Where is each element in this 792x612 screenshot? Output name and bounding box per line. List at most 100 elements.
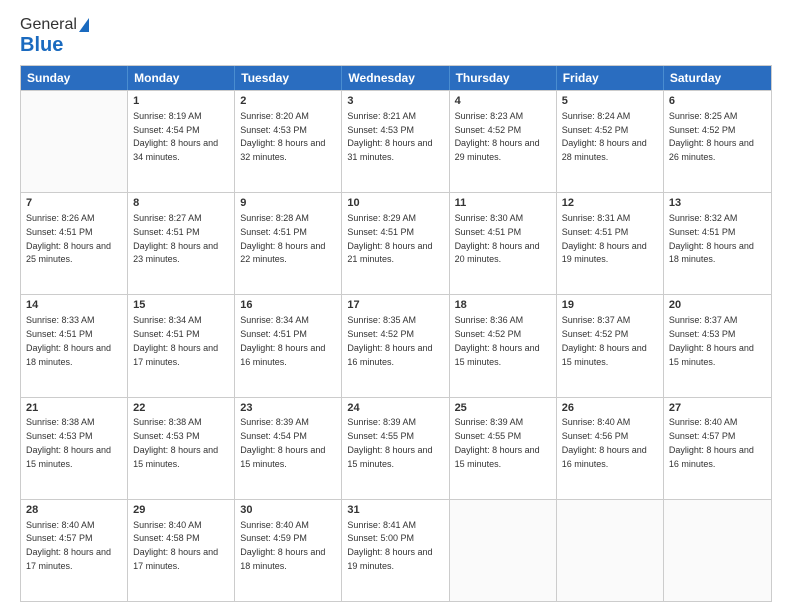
day-number: 13 [669, 196, 766, 211]
day-number: 31 [347, 503, 443, 518]
calendar-cell: 10Sunrise: 8:29 AM Sunset: 4:51 PM Dayli… [342, 193, 449, 294]
day-number: 21 [26, 401, 122, 416]
day-number: 14 [26, 298, 122, 313]
calendar-cell: 16 Sunrise: 8:34 AM Sunset: 4:51 PM Dayli… [235, 295, 342, 396]
day-number: 23 [240, 401, 336, 416]
cell-info: Sunrise: 8:40 AM Sunset: 4:58 PM Dayligh… [133, 520, 218, 571]
calendar-cell: 7Sunrise: 8:26 AM Sunset: 4:51 PM Daylig… [21, 193, 128, 294]
day-number: 28 [26, 503, 122, 518]
cell-info: Sunrise: 8:30 AM Sunset: 4:51 PM Dayligh… [455, 213, 540, 264]
day-number: 19 [562, 298, 658, 313]
day-number: 1 [133, 94, 229, 109]
calendar-cell [21, 91, 128, 192]
calendar-week-4: 21Sunrise: 8:38 AM Sunset: 4:53 PM Dayli… [21, 397, 771, 499]
calendar-cell: 20 Sunrise: 8:37 AM Sunset: 4:53 PM Dayli… [664, 295, 771, 396]
day-number: 30 [240, 503, 336, 518]
calendar-cell: 5 Sunrise: 8:24 AM Sunset: 4:52 PM Daylig… [557, 91, 664, 192]
cell-info: Sunrise: 8:39 AM Sunset: 4:55 PM Dayligh… [455, 417, 540, 468]
calendar-cell: 1 Sunrise: 8:19 AM Sunset: 4:54 PM Daylig… [128, 91, 235, 192]
header: General Blue [20, 16, 772, 57]
cell-info: Sunrise: 8:37 AM Sunset: 4:52 PM Dayligh… [562, 315, 647, 366]
day-number: 8 [133, 196, 229, 211]
day-number: 10 [347, 196, 443, 211]
day-number: 3 [347, 94, 443, 109]
day-number: 20 [669, 298, 766, 313]
calendar-cell: 19 Sunrise: 8:37 AM Sunset: 4:52 PM Dayli… [557, 295, 664, 396]
cell-info: Sunrise: 8:20 AM Sunset: 4:53 PM Dayligh… [240, 111, 325, 162]
day-number: 25 [455, 401, 551, 416]
day-number: 24 [347, 401, 443, 416]
day-number: 29 [133, 503, 229, 518]
logo: General Blue [20, 16, 89, 57]
calendar-cell: 6Sunrise: 8:25 AM Sunset: 4:52 PM Daylig… [664, 91, 771, 192]
cell-info: Sunrise: 8:27 AM Sunset: 4:51 PM Dayligh… [133, 213, 218, 264]
calendar-cell: 29 Sunrise: 8:40 AM Sunset: 4:58 PM Dayli… [128, 500, 235, 601]
logo-triangle-icon [79, 18, 89, 32]
calendar-cell: 2 Sunrise: 8:20 AM Sunset: 4:53 PM Daylig… [235, 91, 342, 192]
cell-info: Sunrise: 8:37 AM Sunset: 4:53 PM Dayligh… [669, 315, 754, 366]
calendar-cell: 13 Sunrise: 8:32 AM Sunset: 4:51 PM Dayli… [664, 193, 771, 294]
calendar-cell: 23Sunrise: 8:39 AM Sunset: 4:54 PM Dayli… [235, 398, 342, 499]
calendar-header-friday: Friday [557, 66, 664, 90]
day-number: 11 [455, 196, 551, 211]
calendar-cell: 15Sunrise: 8:34 AM Sunset: 4:51 PM Dayli… [128, 295, 235, 396]
day-number: 9 [240, 196, 336, 211]
cell-info: Sunrise: 8:38 AM Sunset: 4:53 PM Dayligh… [133, 417, 218, 468]
cell-info: Sunrise: 8:19 AM Sunset: 4:54 PM Dayligh… [133, 111, 218, 162]
cell-info: Sunrise: 8:34 AM Sunset: 4:51 PM Dayligh… [240, 315, 325, 366]
calendar-cell: 17 Sunrise: 8:35 AM Sunset: 4:52 PM Dayli… [342, 295, 449, 396]
calendar-body: 1 Sunrise: 8:19 AM Sunset: 4:54 PM Daylig… [21, 90, 771, 601]
logo-general-text: General [20, 16, 77, 34]
day-number: 16 [240, 298, 336, 313]
cell-info: Sunrise: 8:34 AM Sunset: 4:51 PM Dayligh… [133, 315, 218, 366]
calendar-header-thursday: Thursday [450, 66, 557, 90]
calendar-cell: 18Sunrise: 8:36 AM Sunset: 4:52 PM Dayli… [450, 295, 557, 396]
cell-info: Sunrise: 8:40 AM Sunset: 4:57 PM Dayligh… [669, 417, 754, 468]
cell-info: Sunrise: 8:35 AM Sunset: 4:52 PM Dayligh… [347, 315, 432, 366]
day-number: 5 [562, 94, 658, 109]
calendar-cell: 26Sunrise: 8:40 AM Sunset: 4:56 PM Dayli… [557, 398, 664, 499]
day-number: 17 [347, 298, 443, 313]
day-number: 26 [562, 401, 658, 416]
day-number: 27 [669, 401, 766, 416]
cell-info: Sunrise: 8:33 AM Sunset: 4:51 PM Dayligh… [26, 315, 111, 366]
calendar-cell: 31 Sunrise: 8:41 AM Sunset: 5:00 PM Dayli… [342, 500, 449, 601]
calendar-cell [450, 500, 557, 601]
calendar-cell: 9 Sunrise: 8:28 AM Sunset: 4:51 PM Daylig… [235, 193, 342, 294]
calendar-week-2: 7Sunrise: 8:26 AM Sunset: 4:51 PM Daylig… [21, 192, 771, 294]
logo-blue-text: Blue [20, 34, 63, 57]
cell-info: Sunrise: 8:32 AM Sunset: 4:51 PM Dayligh… [669, 213, 754, 264]
cell-info: Sunrise: 8:24 AM Sunset: 4:52 PM Dayligh… [562, 111, 647, 162]
day-number: 18 [455, 298, 551, 313]
cell-info: Sunrise: 8:28 AM Sunset: 4:51 PM Dayligh… [240, 213, 325, 264]
calendar-cell: 14 Sunrise: 8:33 AM Sunset: 4:51 PM Dayli… [21, 295, 128, 396]
calendar-cell [557, 500, 664, 601]
day-number: 4 [455, 94, 551, 109]
cell-info: Sunrise: 8:39 AM Sunset: 4:54 PM Dayligh… [240, 417, 325, 468]
calendar-week-3: 14 Sunrise: 8:33 AM Sunset: 4:51 PM Dayli… [21, 294, 771, 396]
cell-info: Sunrise: 8:40 AM Sunset: 4:59 PM Dayligh… [240, 520, 325, 571]
cell-info: Sunrise: 8:25 AM Sunset: 4:52 PM Dayligh… [669, 111, 754, 162]
calendar-cell: 28Sunrise: 8:40 AM Sunset: 4:57 PM Dayli… [21, 500, 128, 601]
cell-info: Sunrise: 8:40 AM Sunset: 4:56 PM Dayligh… [562, 417, 647, 468]
calendar-cell: 30 Sunrise: 8:40 AM Sunset: 4:59 PM Dayli… [235, 500, 342, 601]
cell-info: Sunrise: 8:26 AM Sunset: 4:51 PM Dayligh… [26, 213, 111, 264]
calendar-cell: 21Sunrise: 8:38 AM Sunset: 4:53 PM Dayli… [21, 398, 128, 499]
calendar-header-monday: Monday [128, 66, 235, 90]
calendar-header-tuesday: Tuesday [235, 66, 342, 90]
calendar-cell: 24Sunrise: 8:39 AM Sunset: 4:55 PM Dayli… [342, 398, 449, 499]
day-number: 22 [133, 401, 229, 416]
calendar-cell: 3Sunrise: 8:21 AM Sunset: 4:53 PM Daylig… [342, 91, 449, 192]
calendar-cell: 8 Sunrise: 8:27 AM Sunset: 4:51 PM Daylig… [128, 193, 235, 294]
cell-info: Sunrise: 8:41 AM Sunset: 5:00 PM Dayligh… [347, 520, 432, 571]
day-number: 2 [240, 94, 336, 109]
calendar-week-1: 1 Sunrise: 8:19 AM Sunset: 4:54 PM Daylig… [21, 90, 771, 192]
calendar-week-5: 28Sunrise: 8:40 AM Sunset: 4:57 PM Dayli… [21, 499, 771, 601]
cell-info: Sunrise: 8:23 AM Sunset: 4:52 PM Dayligh… [455, 111, 540, 162]
calendar-cell: 27Sunrise: 8:40 AM Sunset: 4:57 PM Dayli… [664, 398, 771, 499]
cell-info: Sunrise: 8:31 AM Sunset: 4:51 PM Dayligh… [562, 213, 647, 264]
day-number: 12 [562, 196, 658, 211]
calendar-cell [664, 500, 771, 601]
cell-info: Sunrise: 8:38 AM Sunset: 4:53 PM Dayligh… [26, 417, 111, 468]
calendar-cell: 12 Sunrise: 8:31 AM Sunset: 4:51 PM Dayli… [557, 193, 664, 294]
